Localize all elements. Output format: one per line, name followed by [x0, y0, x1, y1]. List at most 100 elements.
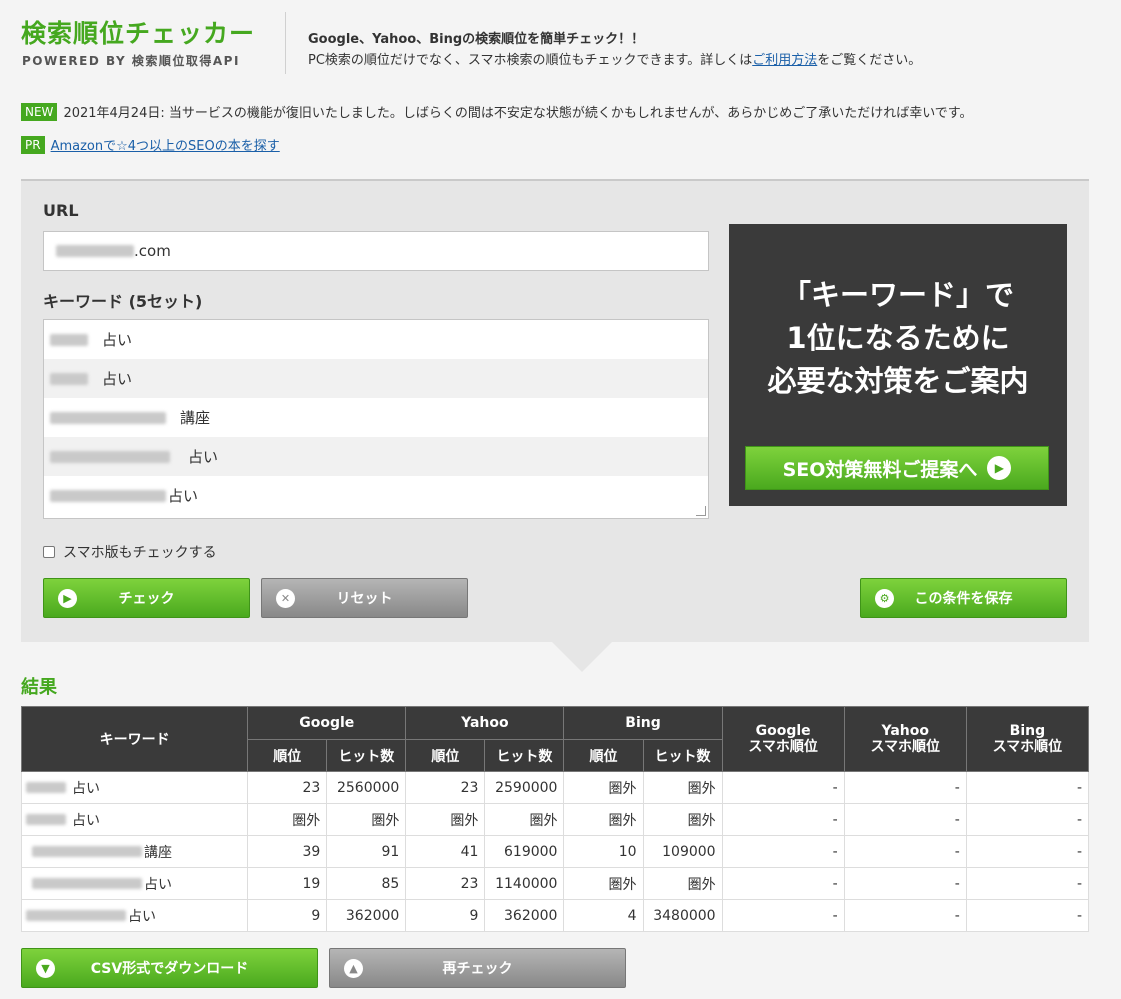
redacted-keyword [50, 372, 88, 385]
cell-google-sp: - [721, 835, 845, 868]
cell-google-hits: 91 [326, 835, 407, 868]
check-form-panel: URL .com キーワード (5セット) 占い 占い 講座 占い 占い スマホ… [21, 179, 1089, 672]
cell-keyword: 占い [20, 771, 249, 804]
cell-google-rank: 39 [247, 835, 328, 868]
seo-ad-banner[interactable]: 「キーワード」で 1位になるために 必要な対策をご案内 SEO対策無料ご提案へ … [729, 224, 1067, 506]
ad-seo-proposal-button[interactable]: SEO対策無料ご提案へ ▶ [745, 446, 1049, 490]
cell-yahoo-sp: - [843, 835, 967, 868]
cell-keyword: 占い [20, 867, 249, 900]
cell-google-sp: - [721, 899, 845, 932]
cell-bing-hits: 3480000 [642, 899, 723, 932]
table-row: 占い 圏外 圏外 圏外 圏外 圏外 圏外 - - - [20, 803, 1090, 836]
site-logo-subtitle: POWERED BY 検索順位取得API [22, 54, 240, 68]
save-button-label: この条件を保存 [914, 591, 1013, 607]
cell-bing-sp: - [965, 771, 1090, 804]
cell-yahoo-hits: 1140000 [484, 867, 565, 900]
keyword-line: 占い [44, 437, 708, 476]
cell-yahoo-sp: - [843, 867, 967, 900]
col-rank: 順位 [405, 739, 486, 772]
csv-download-button[interactable]: ▼ CSV形式でダウンロード [21, 948, 318, 988]
url-suffix: .com [134, 242, 171, 260]
mobile-checkbox-label: スマホ版もチェックする [63, 545, 217, 561]
cell-yahoo-rank: 23 [405, 771, 486, 804]
cell-yahoo-rank: 9 [405, 899, 486, 932]
col-yahoo-sp: Yahoo スマホ順位 [843, 706, 967, 772]
keyword-text: 占い [102, 331, 133, 349]
check-button-label: チェック [118, 591, 175, 607]
gear-icon: ⚙ [875, 589, 894, 608]
col-hits: ヒット数 [484, 739, 565, 772]
cell-bing-sp: - [965, 867, 1090, 900]
ad-button-label: SEO対策無料ご提案へ [782, 458, 978, 481]
keyword-text: 占い [168, 487, 199, 505]
notice-text: 2021年4月24日: 当サービスの機能が復旧いたしました。しばらくの間は不安定… [63, 106, 973, 121]
cell-yahoo-hits: 619000 [484, 835, 565, 868]
keyword-text: 占い [188, 448, 219, 466]
url-input[interactable]: .com [43, 231, 709, 271]
redacted-domain [56, 245, 134, 257]
col-google: Google [247, 706, 407, 740]
cell-yahoo-rank: 圏外 [405, 803, 486, 836]
cell-keyword: 占い [20, 899, 249, 932]
cell-google-hits: 圏外 [326, 803, 407, 836]
col-hits: ヒット数 [326, 739, 407, 772]
col-rank: 順位 [563, 739, 644, 772]
redacted-keyword [50, 411, 166, 424]
cell-google-hits: 85 [326, 867, 407, 900]
table-row: 講座 39 91 41 619000 10 109000 - - - [20, 835, 1090, 868]
cell-bing-sp: - [965, 835, 1090, 868]
new-badge: NEW [21, 102, 58, 121]
cell-bing-hits: 圏外 [642, 803, 723, 836]
usage-link[interactable]: ご利用方法 [752, 53, 817, 68]
ad-headline: 「キーワード」で 1位になるために 必要な対策をご案内 [729, 274, 1067, 403]
mobile-check-option[interactable]: スマホ版もチェックする [43, 542, 217, 562]
keywords-label: キーワード (5セット) [43, 292, 203, 311]
amazon-seo-books-link[interactable]: Amazonで☆4つ以上のSEOの本を探す [51, 135, 280, 154]
site-logo-title[interactable]: 検索順位チェッカー [21, 14, 255, 50]
cell-google-sp: - [721, 867, 845, 900]
table-row: 占い 23 2560000 23 2590000 圏外 圏外 - - - [20, 771, 1090, 804]
notice-new: NEW 2021年4月24日: 当サービスの機能が復旧いたしました。しばらくの間… [21, 102, 973, 121]
cell-google-rank: 9 [247, 899, 328, 932]
cell-google-hits: 2560000 [326, 771, 407, 804]
cell-yahoo-sp: - [843, 771, 967, 804]
keyword-line: 占い [44, 476, 708, 515]
keywords-textarea[interactable]: 占い 占い 講座 占い 占い [43, 319, 709, 519]
cell-yahoo-hits: 圏外 [484, 803, 565, 836]
cell-bing-rank: 10 [563, 835, 644, 868]
cell-google-rank: 圏外 [247, 803, 328, 836]
mobile-checkbox[interactable] [43, 546, 55, 558]
keyword-line: 講座 [44, 398, 708, 437]
cell-yahoo-sp: - [843, 899, 967, 932]
cell-google-hits: 362000 [326, 899, 407, 932]
cell-bing-sp: - [965, 803, 1090, 836]
check-button[interactable]: ▶ チェック [43, 578, 250, 618]
resize-handle[interactable] [696, 506, 706, 516]
cell-yahoo-hits: 2590000 [484, 771, 565, 804]
recheck-button[interactable]: ▲ 再チェック [329, 948, 626, 988]
url-label: URL [43, 201, 79, 220]
reset-button[interactable]: ✕ リセット [261, 578, 468, 618]
keyword-text: 講座 [180, 409, 211, 427]
download-icon: ▼ [36, 959, 55, 978]
close-icon: ✕ [276, 589, 295, 608]
cell-yahoo-rank: 23 [405, 867, 486, 900]
site-description: PC検索の順位だけでなく、スマホ検索の順位もチェックできます。詳しくはご利用方法… [308, 49, 921, 68]
description-text-before: PC検索の順位だけでなく、スマホ検索の順位もチェックできます。詳しくは [308, 53, 753, 68]
redacted-keyword [50, 333, 88, 346]
panel-pointer-arrow [552, 642, 612, 672]
col-hits: ヒット数 [642, 739, 723, 772]
site-tagline: Google、Yahoo、Bingの検索順位を簡単チェック！！ [308, 32, 645, 47]
ad-line: 必要な対策をご案内 [767, 364, 1029, 398]
save-conditions-button[interactable]: ⚙ この条件を保存 [860, 578, 1067, 618]
header-divider [285, 12, 286, 74]
cell-google-sp: - [721, 771, 845, 804]
page-header: 検索順位チェッカー POWERED BY 検索順位取得API Google、Ya… [0, 0, 1121, 90]
cell-bing-hits: 109000 [642, 835, 723, 868]
col-keyword: キーワード [20, 706, 249, 772]
arrow-up-icon: ▲ [344, 959, 363, 978]
pr-badge: PR [21, 135, 45, 154]
keyword-text: 占い [102, 370, 133, 388]
recheck-button-label: 再チェック [442, 961, 513, 977]
cell-bing-rank: 4 [563, 899, 644, 932]
